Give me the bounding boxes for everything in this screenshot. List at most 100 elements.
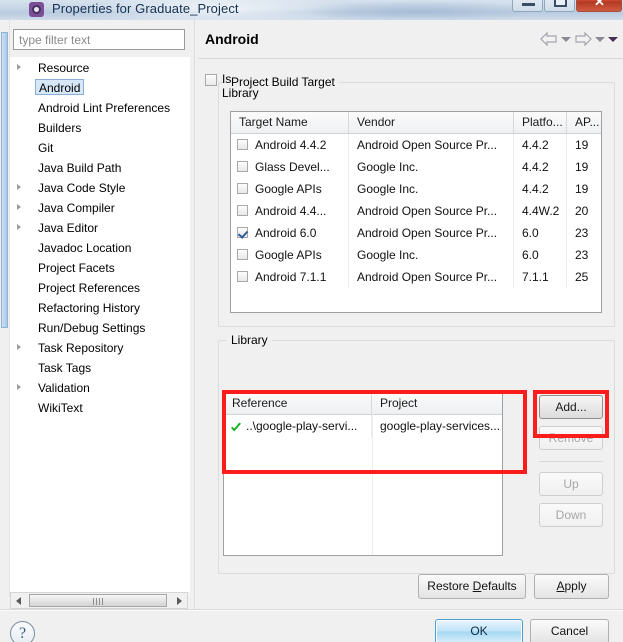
view-menu-chevron-down-icon[interactable] [608,36,618,42]
cell-api: 19 [567,134,601,156]
build-target-row[interactable]: Google APIs Google Inc. 6.0 23 [231,244,601,266]
sidebar-item-validation[interactable]: Validation [11,378,189,398]
restore-defaults-button[interactable]: Restore Defaults [418,574,526,599]
back-history-chevron-down-icon[interactable] [561,36,571,42]
help-button[interactable]: ? [10,621,35,642]
expand-arrow-icon[interactable] [17,384,21,390]
library-row[interactable]: ..\google-play-servi... google-play-servi… [224,415,502,437]
build-target-row[interactable]: Android 4.4.2 Android Open Source Pr... 4.… [231,134,601,156]
cell-vendor: Google Inc. [349,156,514,178]
expand-arrow-icon[interactable] [17,184,21,190]
cancel-button[interactable]: Cancel [530,619,609,642]
cell-text: Glass Devel... [255,160,330,174]
target-checkbox[interactable] [237,249,248,260]
cell-platform: 6.0 [514,222,567,244]
sidebar-item-java-code-style[interactable]: Java Code Style [11,178,189,198]
cell-api: 23 [567,244,601,266]
sidebar-item-project-references[interactable]: Project References [11,278,189,298]
sidebar-item-project-facets[interactable]: Project Facets [11,258,189,278]
sidebar-item-label: Java Build Path [38,161,122,175]
sidebar-item-java-compiler[interactable]: Java Compiler [11,198,189,218]
cell-platform: 4.4.2 [514,134,567,156]
maximize-button[interactable] [544,0,575,12]
sidebar-item-javadoc-location[interactable]: Javadoc Location [11,238,189,258]
sidebar-item-label: Validation [38,381,90,395]
build-target-table[interactable]: Target Name Vendor Platfo... AP... Android … [230,111,602,313]
library-reference-table[interactable]: Reference Project ..\google-play-servi...… [223,392,503,556]
minimize-button[interactable] [512,0,543,12]
sidebar-item-resource[interactable]: Resource [11,58,189,78]
back-arrow-icon[interactable] [540,32,558,46]
close-button[interactable]: ✕ [576,0,622,12]
build-target-row[interactable]: Android 7.1.1 Android Open Source Pr... 7.… [231,266,601,288]
sidebar-item-label: Project References [38,281,141,295]
filter-input[interactable]: type filter text [13,29,185,50]
expand-arrow-icon[interactable] [17,224,21,230]
cell-platform: 7.1.1 [514,266,567,288]
cell-text: Android Open Source Pr... [357,226,498,240]
filter-placeholder: type filter text [19,33,91,47]
cell-text: Google APIs [255,248,322,262]
build-target-column-header[interactable]: Target Name [231,112,349,133]
cell-name: Android 4.4.2 [231,134,349,156]
target-checkbox[interactable] [237,183,248,194]
sidebar-item-task-tags[interactable]: Task Tags [11,358,189,378]
add-button[interactable]: Add... [539,395,603,419]
down-button[interactable]: Down [539,503,603,527]
build-target-row[interactable]: Android 4.4... Android Open Source Pr... 4… [231,200,601,222]
cell-text: Google Inc. [357,248,419,262]
cell-text: 6.0 [522,248,539,262]
build-target-row[interactable]: Android 6.0 Android Open Source Pr... 6.0 2… [231,222,601,244]
build-target-row[interactable]: Google APIs Google Inc. 4.4.2 19 [231,178,601,200]
target-checkbox[interactable] [237,271,248,282]
preference-tree[interactable]: Resource Android Android Lint Preferences B… [10,57,190,592]
ok-button[interactable]: OK [435,619,523,642]
library-column-header[interactable]: Project [372,393,502,414]
build-target-rows[interactable]: Android 4.4.2 Android Open Source Pr... 4.… [231,134,601,288]
cell-text: 19 [575,138,589,152]
sidebar-item-builders[interactable]: Builders [11,118,189,138]
forward-history-chevron-down-icon[interactable] [595,36,605,42]
scrollbar-thumb[interactable] [1,32,8,328]
build-target-column-header[interactable]: Platfo... [514,112,567,133]
build-target-column-header[interactable]: Vendor [349,112,514,133]
cell-text: Google APIs [255,182,322,196]
expand-arrow-icon[interactable] [17,64,21,70]
sidebar-item-android[interactable]: Android [11,78,189,98]
expand-arrow-icon[interactable] [17,204,21,210]
scroll-left-icon[interactable] [11,593,27,608]
up-button[interactable]: Up [539,472,603,496]
library-column-header[interactable]: Reference [224,393,372,414]
expand-arrow-icon[interactable] [17,344,21,350]
target-checkbox[interactable] [237,205,248,216]
target-checkbox[interactable] [237,161,248,172]
cell-text: 23 [575,248,589,262]
sidebar-item-java-editor[interactable]: Java Editor [11,218,189,238]
sidebar-item-task-repository[interactable]: Task Repository [11,338,189,358]
sidebar-item-java-build-path[interactable]: Java Build Path [11,158,189,178]
library-table-rows[interactable]: ..\google-play-servi... google-play-servi… [224,415,502,437]
cell-vendor: Android Open Source Pr... [349,222,514,244]
sidebar-item-wikitext[interactable]: WikiText [11,398,189,418]
dialog-vertical-scrollbar[interactable] [0,20,10,597]
target-checkbox[interactable] [237,139,248,150]
sidebar-item-label: Java Compiler [38,201,115,215]
forward-arrow-icon[interactable] [574,32,592,46]
cell-vendor: Android Open Source Pr... [349,134,514,156]
sidebar-item-label: Git [38,141,54,155]
scroll-right-icon[interactable] [171,593,187,608]
sidebar-item-android-lint-preferences[interactable]: Android Lint Preferences [11,98,189,118]
sidebar-item-refactoring-history[interactable]: Refactoring History [11,298,189,318]
target-checkbox[interactable] [237,227,248,238]
apply-button[interactable]: Apply [534,574,609,599]
tree-scroll-thumb[interactable] [29,594,167,607]
page-title: Android [205,31,259,47]
build-target-row[interactable]: Glass Devel... Google Inc. 4.4.2 19 [231,156,601,178]
is-library-box [205,74,217,86]
tree-horizontal-scrollbar[interactable] [10,592,188,609]
build-target-column-header[interactable]: AP... [567,112,601,133]
sidebar-item-git[interactable]: Git [11,138,189,158]
sidebar-item-label: WikiText [38,401,83,415]
remove-button[interactable]: Remove [539,426,603,450]
sidebar-item-run-debug-settings[interactable]: Run/Debug Settings [11,318,189,338]
